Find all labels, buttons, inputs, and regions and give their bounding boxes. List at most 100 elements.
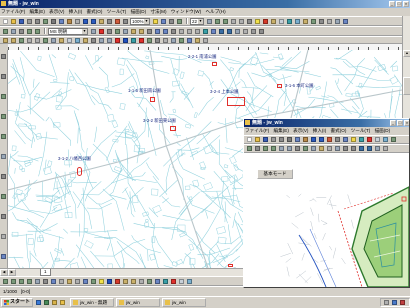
new-icon[interactable] bbox=[2, 18, 9, 25]
tangent-icon[interactable] bbox=[50, 37, 57, 43]
spell-icon[interactable] bbox=[42, 18, 49, 25]
blue-flag-icon[interactable] bbox=[122, 37, 129, 43]
zoom-icon[interactable] bbox=[342, 136, 349, 143]
3d-icon[interactable] bbox=[154, 278, 161, 285]
help-icon[interactable] bbox=[350, 136, 357, 143]
property-icon[interactable] bbox=[210, 28, 217, 35]
measure-icon[interactable] bbox=[390, 136, 397, 143]
color-icon[interactable] bbox=[366, 136, 373, 143]
lineweight-icon[interactable] bbox=[154, 37, 161, 43]
format-painter-icon[interactable] bbox=[74, 18, 81, 25]
maximize-button[interactable]: □ bbox=[397, 120, 403, 126]
task-button[interactable]: jw_win bbox=[162, 298, 207, 307]
park-marker[interactable] bbox=[170, 126, 176, 131]
clipart-icon[interactable] bbox=[82, 278, 89, 285]
snap-icon[interactable] bbox=[294, 18, 301, 25]
list-icon[interactable] bbox=[194, 37, 201, 43]
move-icon[interactable] bbox=[326, 18, 333, 25]
park-label[interactable]: 3-2-2 新田東公園 bbox=[143, 118, 176, 123]
osnap-icon[interactable] bbox=[98, 37, 105, 43]
measure-icon[interactable] bbox=[310, 18, 317, 25]
line-icon[interactable] bbox=[168, 18, 175, 25]
task-button[interactable]: jw_win bbox=[116, 298, 161, 307]
undo-icon[interactable] bbox=[82, 18, 89, 25]
folder-icon[interactable] bbox=[59, 299, 66, 306]
track-icon[interactable] bbox=[106, 37, 113, 43]
open-icon[interactable] bbox=[254, 136, 261, 143]
dimension-icon[interactable] bbox=[114, 28, 121, 35]
nearest-icon[interactable] bbox=[58, 37, 65, 43]
grid-icon[interactable] bbox=[374, 136, 381, 143]
close-button[interactable]: × bbox=[403, 1, 409, 7]
arrow-icon[interactable] bbox=[160, 18, 167, 25]
ortho-icon[interactable] bbox=[302, 18, 309, 25]
scroll-up-button[interactable]: ▲ bbox=[403, 50, 410, 57]
layer-icon[interactable] bbox=[130, 37, 137, 43]
zoom-in-icon[interactable] bbox=[218, 28, 225, 35]
shadow-icon[interactable] bbox=[146, 278, 153, 285]
task-button[interactable]: jw_win - 無題 bbox=[70, 298, 115, 307]
select-icon[interactable] bbox=[2, 28, 9, 35]
polar-icon[interactable] bbox=[90, 37, 97, 43]
text-icon[interactable] bbox=[34, 278, 41, 285]
trim-icon[interactable] bbox=[130, 28, 137, 35]
menu-insert[interactable]: 挿入(I) bbox=[313, 128, 327, 133]
table-icon[interactable] bbox=[106, 18, 113, 25]
refresh-icon[interactable] bbox=[242, 28, 249, 35]
plot-icon[interactable] bbox=[162, 37, 169, 43]
print-icon[interactable] bbox=[26, 18, 33, 25]
hatch-icon[interactable] bbox=[106, 28, 113, 35]
scale-icon[interactable] bbox=[342, 145, 349, 152]
scroll-left-button[interactable]: ◀ bbox=[0, 269, 8, 276]
help-icon[interactable] bbox=[152, 18, 159, 25]
color-icon[interactable] bbox=[138, 37, 145, 43]
underline-icon[interactable] bbox=[222, 18, 229, 25]
main-title-bar[interactable]: 無題 - jw_win _ □ × bbox=[0, 0, 410, 8]
cursor-icon[interactable] bbox=[0, 53, 7, 60]
dimension-icon[interactable] bbox=[302, 145, 309, 152]
pen-icon[interactable] bbox=[286, 145, 293, 152]
paste-icon[interactable] bbox=[302, 136, 309, 143]
park-marker[interactable] bbox=[228, 264, 233, 267]
menu-tools[interactable]: ツール(T) bbox=[351, 128, 371, 133]
ie-icon[interactable] bbox=[35, 299, 42, 306]
save-icon[interactable] bbox=[262, 136, 269, 143]
intersection-icon[interactable] bbox=[34, 37, 41, 43]
park-label[interactable]: 3-1-2 八幡西公園 bbox=[58, 156, 91, 161]
layer-icon[interactable] bbox=[162, 278, 169, 285]
preview-icon[interactable] bbox=[34, 18, 41, 25]
zoom-select[interactable]: 100% ▼ bbox=[130, 17, 150, 25]
menu-view[interactable]: 表示(V) bbox=[293, 128, 308, 133]
copy-icon[interactable] bbox=[58, 18, 65, 25]
menu-format[interactable]: 書式(O) bbox=[87, 9, 103, 14]
menu-format[interactable]: 書式(O) bbox=[331, 128, 347, 133]
arc-icon[interactable] bbox=[0, 133, 7, 140]
close-button[interactable]: × bbox=[404, 120, 409, 126]
close-icon[interactable] bbox=[258, 28, 265, 35]
park-label[interactable]: 3-1-6 本町公園 bbox=[285, 83, 313, 88]
group-icon[interactable] bbox=[194, 28, 201, 35]
arc-icon[interactable] bbox=[26, 28, 33, 35]
undo-icon[interactable] bbox=[310, 136, 317, 143]
fill-color-icon[interactable] bbox=[98, 278, 105, 285]
park-marker[interactable] bbox=[227, 97, 245, 106]
dash-style-icon[interactable] bbox=[130, 278, 137, 285]
snap-icon[interactable] bbox=[186, 278, 193, 285]
vertex-icon[interactable] bbox=[10, 37, 17, 43]
hatch-icon[interactable] bbox=[0, 173, 7, 180]
park-label[interactable]: 3-2-4 上本公園 bbox=[210, 89, 238, 94]
stretch-icon[interactable] bbox=[178, 28, 185, 35]
line-icon[interactable] bbox=[18, 28, 25, 35]
volume-icon[interactable] bbox=[383, 299, 390, 306]
ortho-icon[interactable] bbox=[82, 37, 89, 43]
point-icon[interactable] bbox=[2, 37, 9, 43]
pan-icon[interactable] bbox=[374, 145, 381, 152]
chart-icon[interactable] bbox=[114, 18, 121, 25]
layer-icon[interactable] bbox=[358, 136, 365, 143]
plan-drawing-area[interactable]: 基本モード bbox=[244, 153, 409, 287]
mirror-icon[interactable] bbox=[342, 18, 349, 25]
draw-icon[interactable] bbox=[2, 278, 9, 285]
erase-icon[interactable] bbox=[0, 213, 7, 220]
park-label[interactable]: 1-1-5 新田南公園 bbox=[128, 88, 161, 93]
preview-icon[interactable] bbox=[278, 136, 285, 143]
